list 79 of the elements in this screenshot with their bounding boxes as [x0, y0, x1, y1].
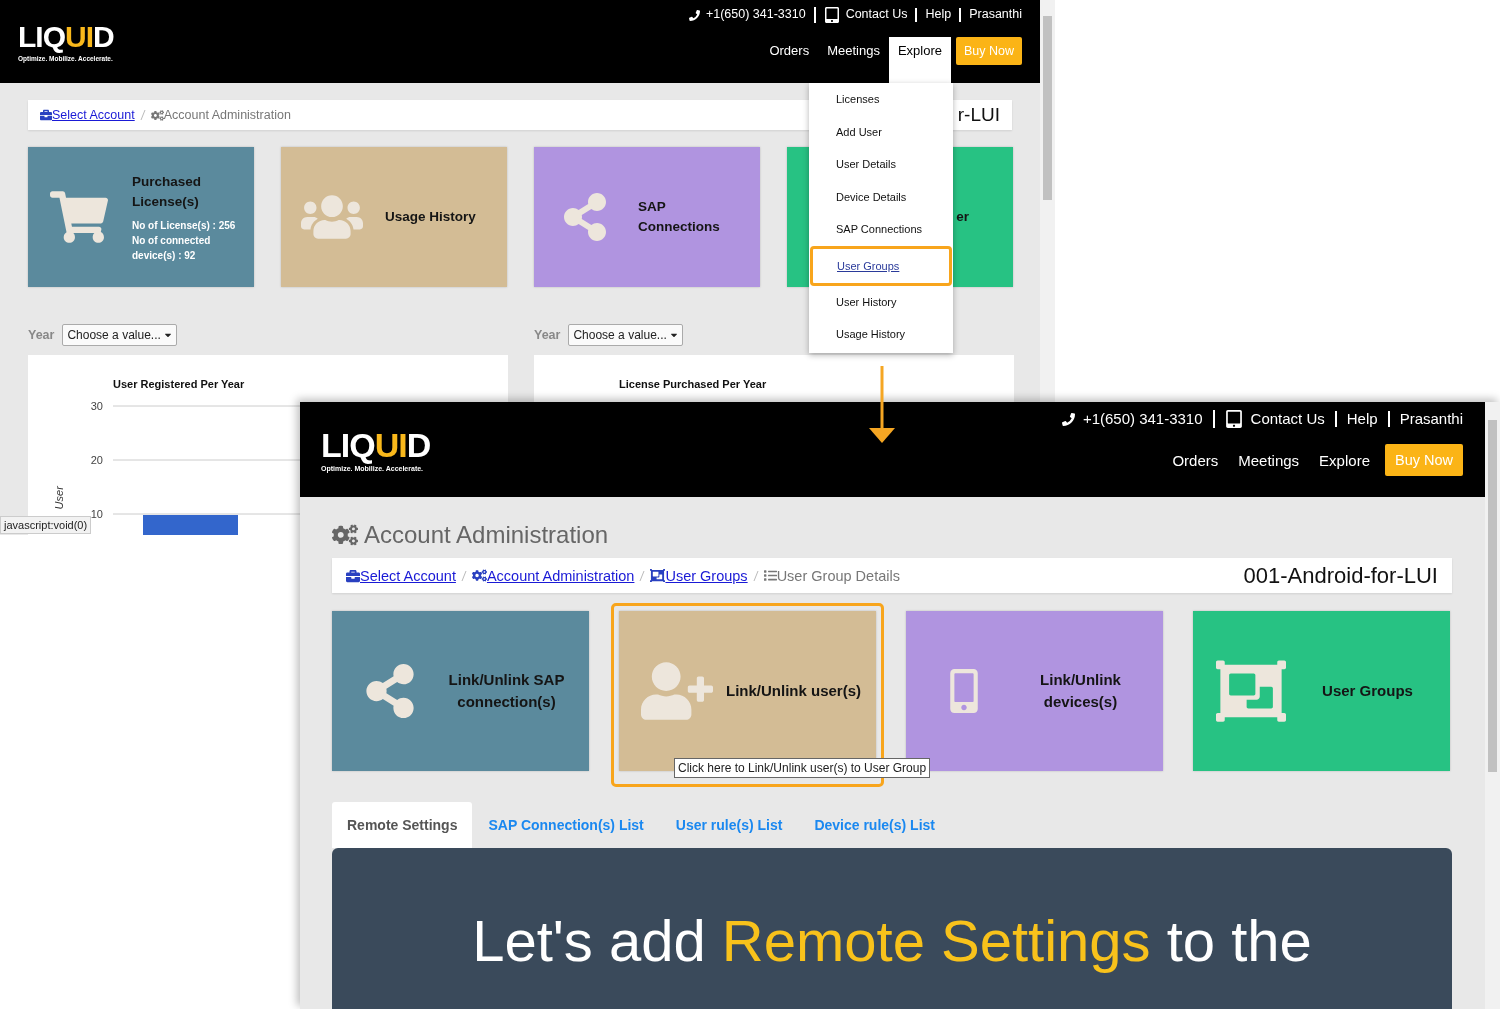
nav-tab[interactable]: Orders: [1162, 444, 1229, 497]
header-link[interactable]: Help: [915, 8, 960, 22]
menu-item[interactable]: User Details: [809, 148, 953, 181]
list-icon: [763, 569, 777, 582]
scrollbar[interactable]: [1485, 402, 1500, 1009]
menu-item[interactable]: Licenses: [809, 83, 953, 116]
phone-link[interactable]: +1(650) 341-3310: [680, 8, 814, 22]
breadcrumb-link[interactable]: Select Account: [52, 108, 135, 122]
nav-tab[interactable]: Meetings: [1228, 444, 1310, 497]
tile-title: User Groups: [1321, 681, 1414, 701]
nav-tab[interactable]: Explore: [1309, 444, 1380, 497]
menu-item[interactable]: Add User: [809, 115, 953, 148]
logo-wordmark: LIQUID: [321, 427, 431, 462]
page-title: Account Administration: [364, 521, 609, 549]
breadcrumb-link[interactable]: Select Account: [360, 567, 456, 584]
menu-item[interactable]: Device Details: [809, 180, 953, 213]
tile-detail: No of connected device(s) : 92: [132, 233, 212, 263]
gears-icon: [150, 108, 164, 122]
menu-item[interactable]: Usage History: [809, 318, 953, 351]
dashboard-tile[interactable]: Usage History: [281, 147, 507, 287]
tablet-icon: [1224, 410, 1243, 428]
current-page-label: Account Administration: [163, 108, 291, 122]
menu-item[interactable]: SAP Connections: [809, 213, 953, 246]
action-tile[interactable]: Link/Unlink SAP connection(s): [332, 611, 589, 771]
nav-tab[interactable]: Orders: [760, 37, 819, 83]
nav-tab[interactable]: Explore: [888, 37, 951, 83]
action-tile[interactable]: User Groups: [1193, 611, 1450, 771]
header-link[interactable]: Prasanthi: [1387, 410, 1463, 428]
tile-title: er: [956, 208, 969, 226]
tile-title: Link/Unlink SAP connection(s): [447, 670, 566, 712]
menu-item[interactable]: User History: [809, 285, 953, 318]
axis-title: User: [53, 486, 65, 510]
gears-icon: [471, 568, 487, 583]
group-select-icon: [650, 568, 666, 583]
dashboard-tile[interactable]: SAP Connections: [534, 147, 760, 287]
tile-title: Purchased License(s): [132, 172, 203, 211]
menu-item[interactable]: User Groups: [810, 245, 952, 286]
briefcase-icon: [40, 109, 52, 121]
breadcrumb-link[interactable]: User Groups: [665, 567, 748, 584]
header-link[interactable]: Contact Us: [1212, 410, 1335, 428]
briefcase-icon: [346, 568, 360, 583]
account-name: 001-Android-for-LUI: [1243, 562, 1438, 589]
axis-tick-label: 10: [90, 508, 103, 520]
tile-title: Link/Unlink devices(s): [1039, 670, 1122, 712]
nav-tab[interactable]: Meetings: [818, 37, 889, 83]
axis-tick-label: 30: [90, 400, 103, 412]
year-label: Year: [28, 328, 55, 342]
dashboard-tile[interactable]: Purchased License(s) No of License(s) : 256 No of connected device(s) : 92: [28, 147, 254, 287]
status-url: javascript:void(0): [0, 516, 92, 534]
tile-title: Usage History: [385, 208, 476, 226]
tablet-icon: [823, 7, 840, 23]
account-name: r-LUI: [957, 104, 1000, 126]
axis-tick-label: 20: [90, 454, 103, 466]
chart-title: License Purchased Per Year: [619, 378, 768, 390]
share-icon: [363, 664, 417, 718]
tile-title: SAP Connections: [638, 198, 721, 236]
breadcrumb-link[interactable]: Account Administration: [486, 567, 635, 584]
year-select[interactable]: Choose a value...: [62, 324, 177, 346]
current-page-label: User Group Details: [776, 567, 900, 584]
year-label: Year: [534, 328, 561, 342]
logo-wordmark: LIQUID: [18, 21, 114, 52]
phone-icon: [688, 9, 700, 21]
header-link[interactable]: Help: [1334, 410, 1388, 428]
chart-title: User Registered Per Year: [113, 378, 246, 390]
gears-icon: [332, 522, 358, 548]
header-link[interactable]: Prasanthi: [959, 8, 1022, 22]
tile-title: Link/Unlink user(s): [725, 681, 862, 701]
year-select[interactable]: Choose a value...: [568, 324, 683, 346]
header-link[interactable]: Contact Us: [813, 7, 916, 23]
phone-link[interactable]: +1(650) 341-3310: [1051, 410, 1213, 428]
tab[interactable]: Remote Settings: [332, 802, 473, 848]
arrow-icon: [869, 366, 895, 443]
cart-icon: [50, 188, 108, 246]
phone-icon: [1061, 412, 1075, 426]
tile-detail: No of License(s) : 256: [132, 218, 237, 233]
banner-headline: Let's add Remote Settings to the: [472, 912, 1312, 975]
tooltip: Click here to Link/Unlink user(s) to User Group: [674, 758, 931, 778]
scrollbar[interactable]: [1040, 0, 1055, 402]
share-icon: [561, 193, 609, 241]
